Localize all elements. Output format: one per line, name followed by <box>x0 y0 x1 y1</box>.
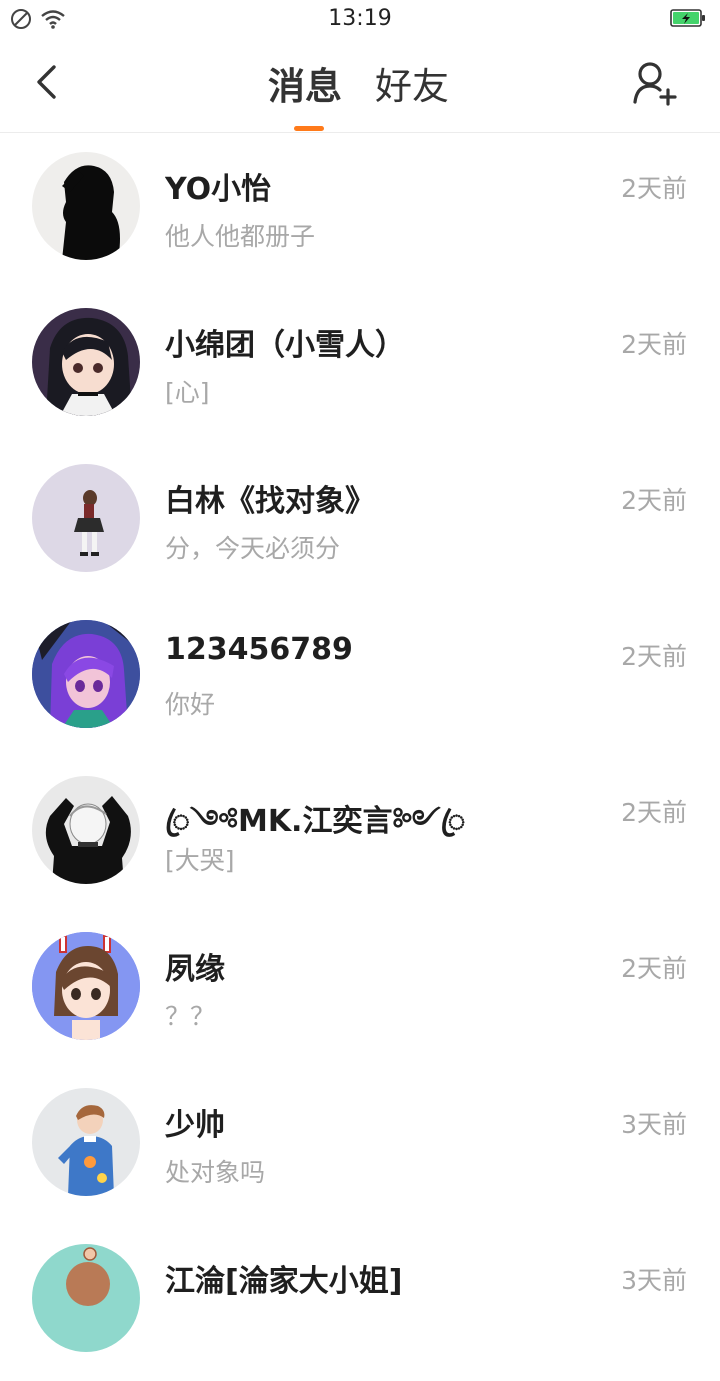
message-time: 2天前 <box>621 798 687 827</box>
tab-messages[interactable]: 消息 <box>268 62 342 112</box>
message-time: 3天前 <box>621 1266 687 1295</box>
conversation-row[interactable]: 江淪[淪家大小姐] 3天前 <box>0 1225 720 1381</box>
message-time: 2天前 <box>621 642 687 671</box>
active-tab-indicator <box>294 126 324 131</box>
contact-name: 小绵团（小雪人） <box>165 328 405 363</box>
back-button[interactable] <box>26 60 66 108</box>
conversation-row[interactable]: 白林《找对象》 分，今天必须分 2天前 <box>0 445 720 601</box>
contact-name: 白林《找对象》 <box>165 484 375 519</box>
message-preview: ？？ <box>165 1002 216 1031</box>
conversation-row[interactable]: 小绵团（小雪人） [心] 2天前 <box>0 289 720 445</box>
add-friend-icon <box>632 62 680 112</box>
status-bar: 13:19 <box>0 0 720 40</box>
conversation-row[interactable]: 少帅 处对象吗 3天前 <box>0 1069 720 1225</box>
avatar[interactable] <box>32 932 140 1040</box>
battery-charging-icon <box>670 9 706 27</box>
add-friend-button[interactable] <box>632 60 680 108</box>
status-time: 13:19 <box>328 6 392 31</box>
avatar[interactable] <box>32 152 140 260</box>
avatar[interactable] <box>32 776 140 884</box>
message-preview: 处对象吗 <box>165 1158 266 1187</box>
message-time: 2天前 <box>621 954 687 983</box>
back-arrow-icon <box>34 64 58 104</box>
conversation-list: YO小怡 他人他都册子 2天前 小绵团（小雪人） [心] 2天前 白林《找对象》… <box>0 133 720 1381</box>
conversation-row[interactable]: ꦿ༺MK.江奕言༻ꦿ [大哭] 2天前 <box>0 757 720 913</box>
contact-name: 江淪[淪家大小姐] <box>165 1264 403 1299</box>
message-time: 2天前 <box>621 174 687 203</box>
conversation-row[interactable]: YO小怡 他人他都册子 2天前 <box>0 133 720 289</box>
message-time: 3天前 <box>621 1110 687 1139</box>
message-preview: 他人他都册子 <box>165 222 316 251</box>
contact-name: 少帅 <box>165 1108 225 1143</box>
header: 消息 好友 <box>0 40 720 133</box>
message-time: 2天前 <box>621 330 687 359</box>
contact-name: 123456789 <box>165 632 353 667</box>
message-preview: 分，今天必须分 <box>165 534 341 563</box>
avatar[interactable] <box>32 464 140 572</box>
conversation-row[interactable]: 夙缘 ？？ 2天前 <box>0 913 720 1069</box>
avatar[interactable] <box>32 1088 140 1196</box>
avatar[interactable] <box>32 1244 140 1352</box>
message-preview: 你好 <box>165 690 216 719</box>
avatar[interactable] <box>32 308 140 416</box>
avatar[interactable] <box>32 620 140 728</box>
message-preview: [大哭] <box>165 846 235 875</box>
message-time: 2天前 <box>621 486 687 515</box>
contact-name: YO小怡 <box>165 172 272 207</box>
tab-friends[interactable]: 好友 <box>375 62 449 112</box>
contact-name: 夙缘 <box>165 952 225 987</box>
conversation-row[interactable]: 123456789 你好 2天前 <box>0 601 720 757</box>
message-preview: [心] <box>165 378 210 407</box>
